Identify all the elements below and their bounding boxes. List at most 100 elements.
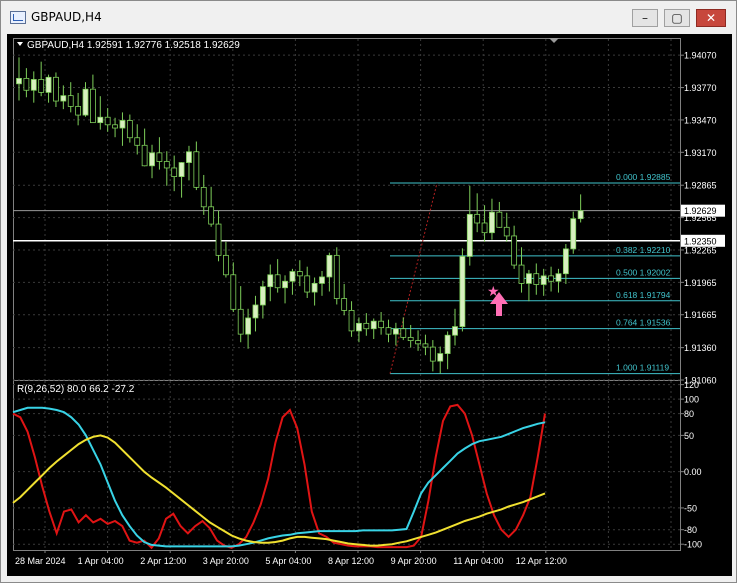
candle-bear bbox=[511, 235, 518, 266]
close-button[interactable]: ✕ bbox=[696, 9, 726, 27]
candle-bull bbox=[16, 77, 22, 85]
candle-bull bbox=[186, 151, 192, 163]
price-tick-label: 1.91360 bbox=[684, 343, 717, 353]
chart-svg[interactable]: 1.923501.92629 0.000 1.92885 0.382 1.9221… bbox=[7, 34, 732, 576]
candle-bear bbox=[193, 151, 200, 188]
candle-bull bbox=[437, 353, 444, 362]
candle-bull bbox=[30, 79, 37, 91]
candle-bull bbox=[245, 317, 251, 335]
indicator-tick-label: 120 bbox=[684, 380, 699, 390]
candle-bear bbox=[385, 327, 392, 335]
candle-bear bbox=[503, 226, 510, 237]
price-tick-label: 1.92865 bbox=[684, 181, 717, 191]
price-tick-label: 1.94070 bbox=[684, 51, 717, 61]
price-tick-label: 1.93770 bbox=[684, 83, 717, 93]
candle-bull bbox=[540, 275, 547, 285]
fib-level-label: 0.500 1.92002 bbox=[616, 267, 671, 277]
indicator-tick-label: 80 bbox=[684, 409, 694, 419]
indicator-tick-label: 50 bbox=[684, 431, 694, 441]
time-axis-label: 5 Apr 04:00 bbox=[265, 556, 311, 566]
candle-bull bbox=[119, 120, 126, 129]
price-tick-label: 1.91965 bbox=[684, 278, 717, 288]
candle-bear bbox=[274, 274, 281, 289]
time-axis-label: 11 Apr 04:00 bbox=[453, 556, 503, 566]
candle-bear bbox=[215, 223, 222, 256]
indicator-line-yellow bbox=[12, 434, 546, 547]
candle-bull bbox=[267, 274, 274, 288]
time-axis-label: 12 Apr 12:00 bbox=[516, 556, 567, 566]
candle-bull bbox=[311, 283, 318, 293]
candle-bull bbox=[60, 95, 67, 102]
grid bbox=[13, 39, 680, 550]
candle-bull bbox=[562, 248, 569, 275]
candle-bull bbox=[319, 276, 325, 284]
candle-bear bbox=[156, 152, 163, 162]
candle-bull bbox=[577, 210, 584, 220]
candle-bear bbox=[75, 106, 82, 116]
candle-bear bbox=[407, 336, 414, 342]
candle-bull bbox=[526, 273, 532, 284]
time-axis-label: 28 Mar 2024 bbox=[15, 556, 66, 566]
candle-bull bbox=[149, 152, 155, 167]
candle-bear bbox=[333, 254, 340, 299]
indicator-tick-label: 0.00 bbox=[684, 467, 702, 477]
fib-level-label: 0.382 1.92210 bbox=[616, 245, 671, 255]
candle-bear bbox=[341, 298, 348, 311]
indicator-tick-label: -50 bbox=[684, 503, 697, 513]
time-axis-label: 9 Apr 20:00 bbox=[391, 556, 437, 566]
candle-bear bbox=[53, 76, 59, 102]
candle-bear bbox=[126, 120, 133, 139]
candle-bull bbox=[555, 273, 562, 282]
candle-bear bbox=[533, 273, 540, 285]
title-bar[interactable]: GBPAUD,H4 – ▢ ✕ bbox=[1, 1, 736, 31]
indicator-line-red bbox=[12, 403, 546, 550]
candle-bear bbox=[230, 274, 237, 310]
candle-bear bbox=[134, 137, 141, 146]
minimize-button[interactable]: – bbox=[632, 9, 658, 27]
chart-window: GBPAUD,H4 – ▢ ✕ 1.92350 1.92629 0.000 1.9… bbox=[0, 0, 737, 583]
price-tick-label: 1.92265 bbox=[684, 245, 717, 255]
candle-bear bbox=[163, 161, 170, 169]
candle-bear bbox=[518, 264, 525, 284]
time-axis-label: 1 Apr 04:00 bbox=[78, 556, 124, 566]
maximize-button[interactable]: ▢ bbox=[664, 9, 690, 27]
candle-bull bbox=[326, 254, 333, 278]
fib-level-label: 0.618 1.91794 bbox=[616, 290, 671, 300]
price-tick-label: 1.92565 bbox=[684, 213, 717, 223]
candle-bear bbox=[496, 211, 503, 228]
ohlc-header: GBPAUD,H4 1.92591 1.92776 1.92518 1.9262… bbox=[27, 40, 240, 51]
candle-bear bbox=[481, 222, 488, 234]
candle-bull bbox=[289, 271, 296, 282]
close-icon: ✕ bbox=[705, 11, 717, 25]
horizontal-lines: 1.923501.92629 bbox=[13, 204, 725, 247]
candle-bear bbox=[200, 186, 207, 208]
time-axis-label: 3 Apr 20:00 bbox=[203, 556, 249, 566]
candle-bear bbox=[304, 275, 311, 293]
candle-bear bbox=[548, 275, 554, 282]
candle-bull bbox=[392, 328, 399, 335]
indicator-tick-label: 100 bbox=[684, 395, 699, 405]
candle-bear bbox=[112, 124, 118, 129]
candle-bear bbox=[208, 206, 215, 225]
candle-bear bbox=[348, 309, 355, 332]
chart-area[interactable]: 1.92350 1.92629 0.000 1.92885 0.382 1.9221… bbox=[7, 34, 732, 576]
candle-bear bbox=[378, 320, 385, 329]
candle-bear bbox=[422, 343, 429, 348]
candle-bull bbox=[444, 334, 451, 354]
candle-bull bbox=[178, 162, 185, 177]
dropdown-triangle-icon[interactable] bbox=[17, 42, 23, 46]
candle-bear bbox=[90, 88, 96, 124]
candle-bear bbox=[363, 322, 370, 330]
candle-bull bbox=[97, 116, 104, 124]
candle-bull bbox=[370, 320, 377, 330]
indicator-tick-label: -80 bbox=[684, 525, 697, 535]
candle-bear bbox=[38, 79, 45, 93]
window-title: GBPAUD,H4 bbox=[31, 10, 102, 24]
indicator-tick-label: -100 bbox=[684, 540, 702, 550]
fib-level-label: 1.000 1.91119 bbox=[616, 363, 669, 373]
candle-bull bbox=[452, 326, 458, 336]
indicator-panel-frame bbox=[13, 380, 681, 551]
app-chart-icon bbox=[10, 11, 26, 24]
scroll-marker-icon[interactable] bbox=[549, 38, 559, 43]
fib-level-label: 0.764 1.91536 bbox=[616, 318, 671, 328]
